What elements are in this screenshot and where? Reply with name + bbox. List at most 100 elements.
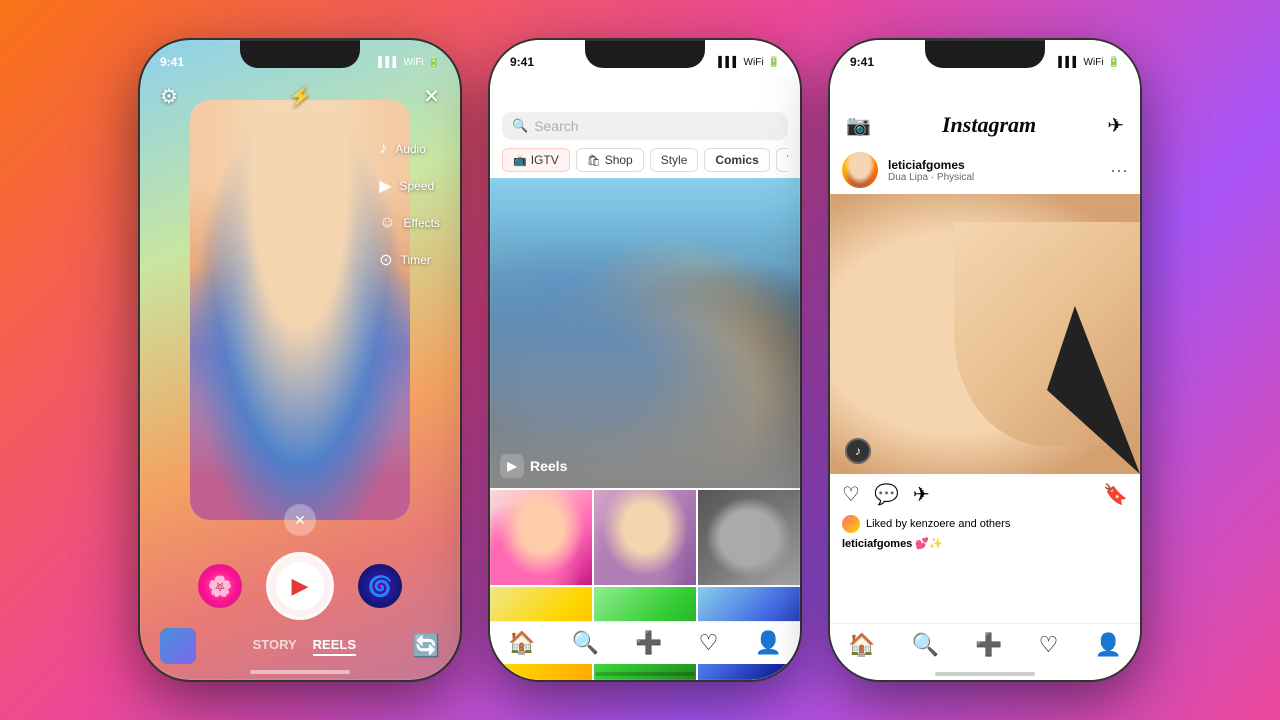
filter-tab-igtv[interactable]: 📺 IGTV [502,148,570,172]
timer-label: Timer [401,253,431,267]
nav-add-icon[interactable]: ➕ [635,630,662,656]
capture-row: 🌸 ▶ 🌀 [140,552,460,620]
instagram-logo: Instagram [942,112,1036,138]
feed-more-options[interactable]: ··· [1110,160,1128,181]
explore-screen: 9:41 ▌▌▌ WiFi 🔋 🔍 Search 📺 IGTV 🛍 Shop [490,40,800,680]
liked-avatar [842,515,860,533]
home-indicator-right [935,672,1035,676]
gallery-thumbnail[interactable] [160,628,196,664]
search-bar[interactable]: 🔍 Search [502,112,788,140]
settings-icon[interactable]: ⚙ [160,84,178,109]
timer-control[interactable]: ⊙ Timer [379,250,440,270]
flip-camera-icon[interactable]: 🔄 [413,633,440,659]
speed-icon: ▶ [379,176,391,196]
style-label: Style [661,153,688,167]
shop-label: Shop [605,153,633,167]
phone-left: 9:41 ▌▌▌ WiFi 🔋 ⚙ ⚡ ✕ ♪ Audio ▶ Speed ☺ [140,40,460,680]
story-reels-toggle: STORY REELS [253,637,356,656]
feed-post-image: ♪ [830,194,1140,474]
grid-item-3[interactable] [698,490,800,585]
feed-nav-profile[interactable]: 👤 [1095,632,1122,658]
camera-controls-top: ⚙ ⚡ ✕ [140,84,460,109]
reels-tab[interactable]: REELS [313,637,356,656]
filter-tab-tv[interactable]: TV & Movie [776,148,788,172]
caption-text: 💕✨ [915,538,942,550]
home-indicator-left [250,670,350,674]
capture-inner: ▶ [276,562,324,610]
grid-item-1[interactable] [490,490,592,585]
nav-profile-icon[interactable]: 👤 [755,630,782,656]
phone-right: 9:41 ▌▌▌ WiFi 🔋 📷 Instagram ✈ leticiafgo… [830,40,1140,680]
eye-makeup-image [830,194,1140,474]
feed-bottom-nav: 🏠 🔍 ➕ ♡ 👤 [830,623,1140,666]
nav-heart-icon[interactable]: ♡ [699,630,719,656]
camera-bottom: ✕ 🌸 ▶ 🌀 [140,504,460,620]
feed-liked-row: Liked by kenzoere and others [830,515,1140,537]
speed-label: Speed [400,179,435,193]
status-time-right: 9:41 [850,55,874,69]
feed-nav-add[interactable]: ➕ [975,632,1002,658]
post-avatar[interactable] [842,152,878,188]
comment-icon[interactable]: 💬 [874,482,899,507]
grid-item-2[interactable] [594,490,696,585]
feed-nav-home[interactable]: 🏠 [848,632,875,658]
timer-icon: ⊙ [379,250,392,270]
filter-tab-shop[interactable]: 🛍 Shop [576,148,644,172]
search-icon: 🔍 [512,118,528,134]
notch-center [585,40,705,68]
search-placeholder-text: Search [534,118,578,134]
igtv-icon: 📺 [513,154,527,167]
filter-tabs: 📺 IGTV 🛍 Shop Style Comics TV & Movie [502,148,788,178]
reels-badge: ▶ Reels [500,454,567,478]
feed-camera-icon[interactable]: 📷 [846,113,871,138]
capture-button[interactable]: ▶ [266,552,334,620]
status-time-left: 9:41 [160,55,184,69]
story-tab[interactable]: STORY [253,637,297,656]
home-indicator-center [595,672,695,676]
camera-x-button[interactable]: ✕ [284,504,316,536]
camera-screen: 9:41 ▌▌▌ WiFi 🔋 ⚙ ⚡ ✕ ♪ Audio ▶ Speed ☺ [140,40,460,680]
explore-main-video[interactable]: ▶ Reels [490,178,800,488]
notch-right [925,40,1045,68]
effects-icon: ☺ [379,214,395,232]
camera-preview [190,100,410,520]
effects-label: Effects [404,216,440,230]
audio-icon: ♪ [379,140,387,158]
filter-tab-style[interactable]: Style [650,148,699,172]
bookmark-icon[interactable]: 🔖 [1103,482,1128,507]
like-icon[interactable]: ♡ [842,482,860,507]
igtv-label: IGTV [531,153,559,167]
camera-nav-bottom: STORY REELS 🔄 [140,628,460,664]
feed-subtitle: Dua Lipa · Physical [888,172,1100,183]
explore-header: 🔍 Search 📺 IGTV 🛍 Shop Style Comics [490,76,800,178]
galaxy-effect-btn[interactable]: 🌀 [358,564,402,608]
feed-nav-search[interactable]: 🔍 [912,632,939,658]
status-icons-left: ▌▌▌ WiFi 🔋 [378,57,440,68]
tv-label: TV & Movie [787,153,788,167]
feed-post-header: leticiafgomes Dua Lipa · Physical ··· [830,146,1140,194]
audio-control[interactable]: ♪ Audio [379,140,440,158]
flower-effect-btn[interactable]: 🌸 [198,564,242,608]
share-icon[interactable]: ✈ [913,482,930,507]
feed-send-icon[interactable]: ✈ [1107,113,1124,138]
status-icons-center: ▌▌▌ WiFi 🔋 [718,57,780,68]
feed-username: leticiafgomes [888,158,1100,172]
comics-label: Comics [715,153,758,167]
feed-nav-heart[interactable]: ♡ [1039,632,1059,658]
nav-home-icon[interactable]: 🏠 [508,630,535,656]
shop-icon: 🛍 [587,154,601,167]
feed-caption: leticiafgomes 💕✨ [830,537,1140,554]
phone-center: 9:41 ▌▌▌ WiFi 🔋 🔍 Search 📺 IGTV 🛍 Shop [490,40,800,680]
dancers-image [490,208,800,488]
nav-search-icon[interactable]: 🔍 [572,630,599,656]
liked-text: Liked by kenzoere and others [866,518,1010,530]
status-icons-right: ▌▌▌ WiFi 🔋 [1058,57,1120,68]
flash-icon[interactable]: ⚡ [288,84,313,109]
reels-badge-icon: ▶ [500,454,524,478]
effects-control[interactable]: ☺ Effects [379,214,440,232]
notch-left [240,40,360,68]
close-icon[interactable]: ✕ [423,84,440,109]
filter-tab-comics[interactable]: Comics [704,148,769,172]
feed-actions: ♡ 💬 ✈ 🔖 [830,474,1140,515]
speed-control[interactable]: ▶ Speed [379,176,440,196]
